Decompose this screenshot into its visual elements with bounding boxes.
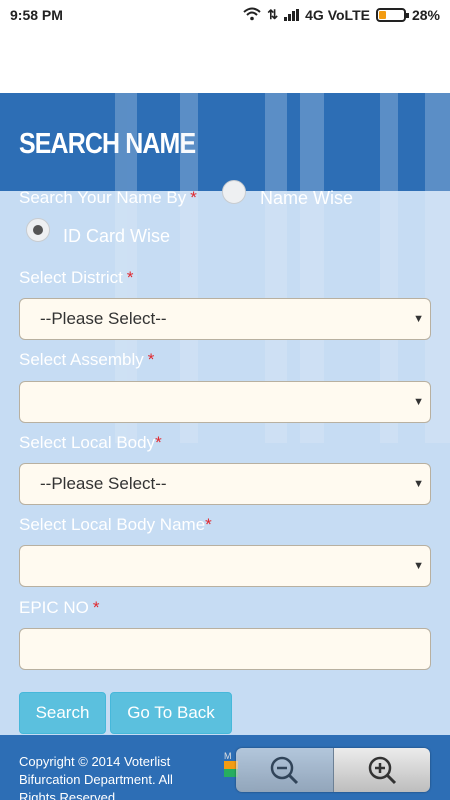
zoom-in-button[interactable] bbox=[333, 748, 430, 792]
zoom-out-button[interactable] bbox=[236, 748, 334, 792]
district-label: Select District * bbox=[19, 268, 134, 288]
epic-label-text: EPIC NO bbox=[19, 598, 89, 617]
data-transfer-icon: ⇅ bbox=[267, 7, 279, 22]
dropdown-caret-icon: ▼ bbox=[413, 396, 424, 408]
search-by-label: Search Your Name By * bbox=[19, 188, 197, 208]
required-mark: * bbox=[205, 515, 212, 534]
local-body-name-label-text: Select Local Body Name bbox=[19, 515, 206, 534]
battery-icon bbox=[375, 8, 409, 22]
district-select-value: --Please Select-- bbox=[40, 309, 167, 328]
local-body-select[interactable]: --Please Select-- ▼ bbox=[19, 463, 431, 505]
local-body-label: Select Local Body* bbox=[19, 433, 162, 453]
district-select[interactable]: --Please Select-- ▼ bbox=[19, 298, 431, 340]
district-label-text: Select District bbox=[19, 268, 123, 287]
page-header: SEARCH NAME bbox=[0, 93, 450, 191]
assembly-label-text: Select Assembly bbox=[19, 350, 144, 369]
signal-icon bbox=[284, 9, 300, 21]
required-mark: * bbox=[147, 350, 155, 369]
radio-id-card-wise[interactable] bbox=[26, 218, 50, 242]
dropdown-caret-icon: ▼ bbox=[413, 313, 424, 325]
zoom-out-icon bbox=[271, 756, 299, 785]
wifi-icon bbox=[243, 7, 261, 24]
radio-name-wise-label[interactable]: Name Wise bbox=[260, 188, 353, 209]
required-mark: * bbox=[126, 268, 134, 287]
required-mark: * bbox=[190, 188, 197, 207]
local-body-select-value: --Please Select-- bbox=[40, 474, 167, 493]
assembly-select[interactable]: ▼ bbox=[19, 381, 431, 423]
zoom-in-icon bbox=[368, 756, 396, 785]
status-icons: ⇅ 4G VoLTE 28% bbox=[243, 7, 440, 24]
dropdown-caret-icon: ▼ bbox=[413, 478, 424, 490]
zoom-controls bbox=[236, 748, 430, 792]
local-body-label-text: Select Local Body bbox=[19, 433, 156, 452]
search-by-label-text: Search Your Name By bbox=[19, 188, 187, 207]
required-mark: * bbox=[92, 598, 100, 617]
epic-label: EPIC NO * bbox=[19, 598, 100, 618]
go-to-back-button[interactable]: Go To Back bbox=[110, 692, 232, 734]
top-blank-area bbox=[0, 30, 450, 93]
page-title: SEARCH NAME bbox=[19, 128, 196, 160]
assembly-label: Select Assembly * bbox=[19, 350, 154, 370]
local-body-name-select[interactable]: ▼ bbox=[19, 545, 431, 587]
radio-id-card-wise-label[interactable]: ID Card Wise bbox=[63, 226, 170, 247]
network-type: 4G VoLTE bbox=[305, 7, 370, 23]
search-button[interactable]: Search bbox=[19, 692, 106, 734]
required-mark: * bbox=[155, 433, 162, 452]
svg-text:M: M bbox=[224, 751, 232, 761]
radio-name-wise[interactable] bbox=[222, 180, 246, 204]
epic-number-input[interactable] bbox=[19, 628, 431, 670]
battery-percent: 28% bbox=[411, 7, 440, 23]
copyright-text: Copyright © 2014 Voterlist Bifurcation D… bbox=[19, 754, 173, 800]
status-bar: 9:58 PM ⇅ 4G VoLTE 28% bbox=[0, 0, 450, 30]
status-time: 9:58 PM bbox=[10, 7, 63, 23]
local-body-name-label: Select Local Body Name* bbox=[19, 515, 212, 535]
dropdown-caret-icon: ▼ bbox=[413, 560, 424, 572]
